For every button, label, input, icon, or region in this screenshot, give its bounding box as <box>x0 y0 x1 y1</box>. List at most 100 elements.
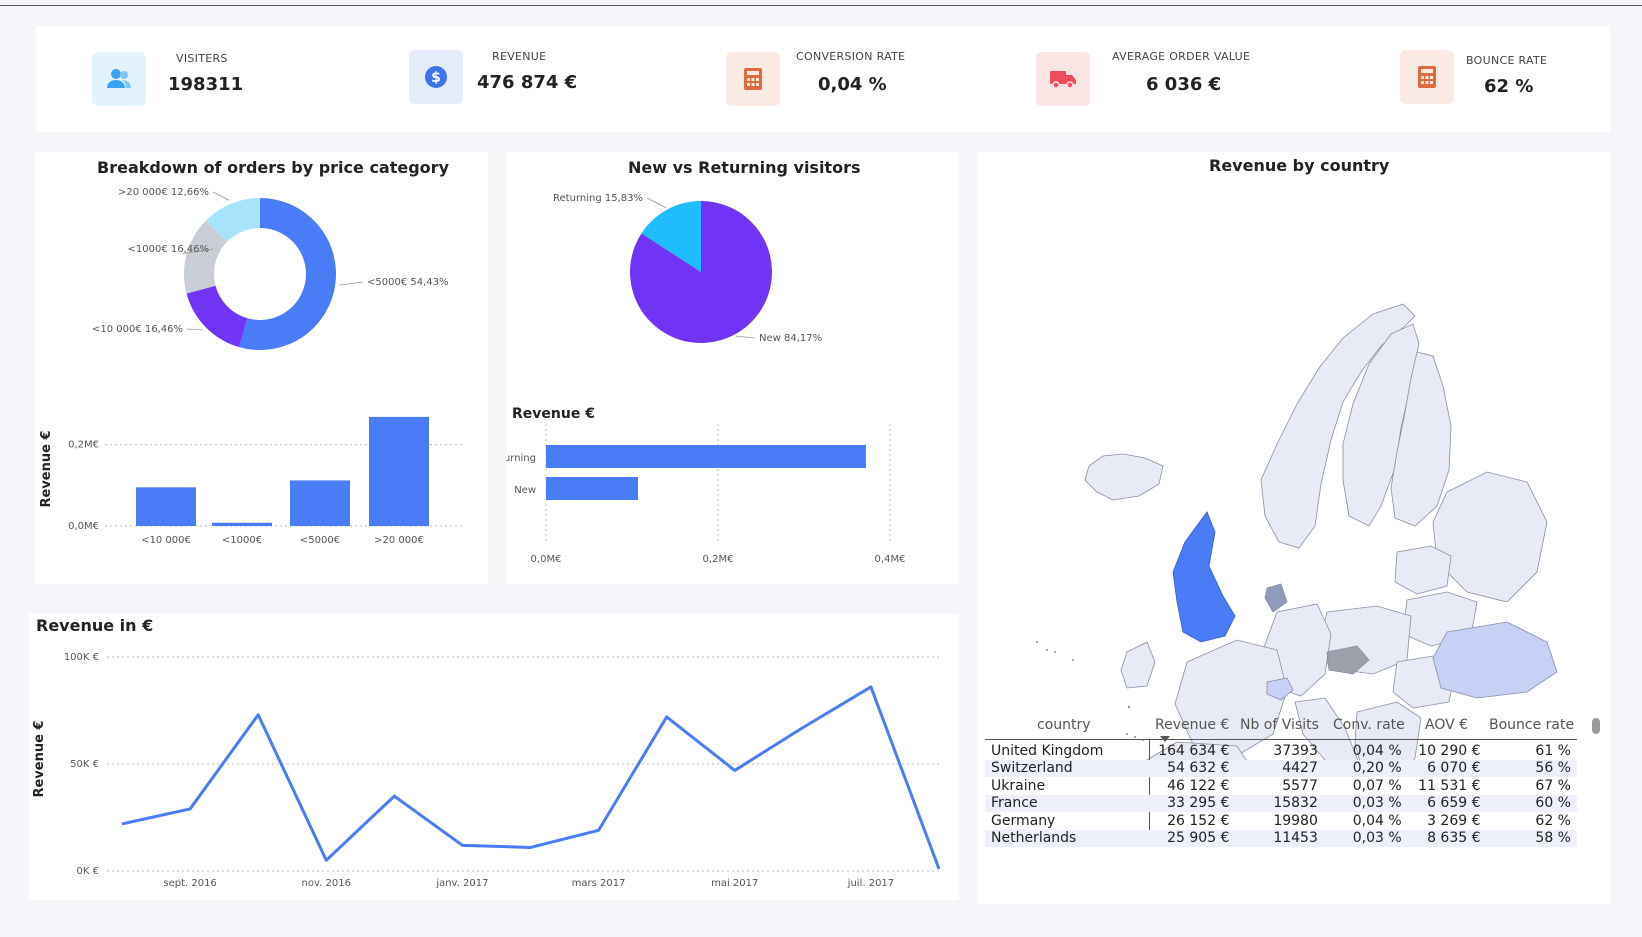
map-netherlands <box>1264 583 1288 613</box>
table-row[interactable]: United Kingdom 164 634 € 37393 0,04 % 10 290… <box>985 742 1577 760</box>
value-cell: 26 152 € <box>1167 812 1230 829</box>
value-cell: 0,20 % <box>1352 760 1402 777</box>
kpi-visitors: VISITERS 198311 <box>92 26 392 132</box>
value-cell: 33 295 € <box>1167 795 1230 812</box>
table-header-visits[interactable]: Nb of Visits <box>1240 717 1319 733</box>
value-cell: 25 905 € <box>1167 830 1230 847</box>
table-header-aov[interactable]: AOV € <box>1425 717 1468 733</box>
value-cell: 0,04 % <box>1352 742 1402 759</box>
table-header-revenue[interactable]: Revenue € <box>1155 717 1229 733</box>
calculator-icon <box>726 52 780 106</box>
price-bar-chart: 0,0M€ 0,2M€ Revenue € <10 000€ <1000€ <5000€ >… <box>39 416 463 546</box>
scrollbar-handle[interactable] <box>1592 718 1600 734</box>
truck-icon <box>1036 52 1090 106</box>
svg-text:$: $ <box>431 70 441 86</box>
revenue-bar-title: Revenue € <box>512 406 595 422</box>
top-divider <box>0 5 1642 6</box>
kpi-value: 198311 <box>168 74 244 95</box>
table-header-conv-rate[interactable]: Conv. rate <box>1333 717 1405 733</box>
bar[interactable] <box>369 416 429 526</box>
table-row[interactable]: France 33 295 € 15832 0,03 % 6 659 € 60 % <box>985 794 1577 812</box>
table-row[interactable]: Netherlands 25 905 € 11453 0,03 % 8 635 € 58 … <box>985 829 1577 847</box>
kpi-value: 62 % <box>1484 76 1534 97</box>
value-cell: 0,07 % <box>1352 777 1402 794</box>
bar[interactable] <box>136 487 196 526</box>
value-cell: 67 % <box>1535 777 1571 794</box>
y-axis-label: Revenue € <box>32 720 47 797</box>
value-cell: 0,03 % <box>1352 795 1402 812</box>
value-cell: 60 % <box>1535 795 1571 812</box>
visitors-pie-chart: New 84,17% Returning 15,83% <box>553 193 822 344</box>
kpi-conversion-rate: CONVERSION RATE 0,04 % <box>726 26 1026 132</box>
slice-label: <1000€ 16,46% <box>128 244 210 255</box>
y-tick-label: 50K € <box>70 759 99 770</box>
slice-leader-line <box>646 197 667 209</box>
value-cell: 10 290 € <box>1418 742 1481 759</box>
table-row[interactable]: Ukraine 46 122 € 5577 0,07 % 11 531 € 67 % <box>985 777 1577 795</box>
table-header-divider <box>985 739 1577 740</box>
bar[interactable] <box>546 477 639 500</box>
y-tick-label: Returning <box>506 453 536 464</box>
kpi-label: CONVERSION RATE <box>796 50 906 63</box>
x-tick-label: 0,0M€ <box>531 554 562 565</box>
x-tick-label: >20 000€ <box>374 535 424 546</box>
kpi-value: 6 036 € <box>1146 74 1222 95</box>
value-cell: 62 % <box>1535 812 1571 829</box>
panel-title: Revenue by country <box>1209 156 1390 175</box>
slice-leader-line <box>735 335 756 339</box>
value-cell: 6 070 € <box>1427 760 1481 777</box>
bar[interactable] <box>546 445 866 468</box>
map-uk <box>1172 511 1236 643</box>
bar[interactable] <box>290 480 350 526</box>
slice-leader-line <box>339 281 364 286</box>
table-row[interactable]: Germany 26 152 € 19980 0,04 % 3 269 € 62 % <box>985 812 1577 830</box>
table-header-bounce-rate[interactable]: Bounce rate <box>1489 717 1574 733</box>
x-tick-label: sept. 2016 <box>163 878 216 889</box>
country-cell: Netherlands <box>991 830 1077 847</box>
series-line[interactable] <box>121 685 941 870</box>
value-cell: 11453 <box>1273 830 1318 847</box>
kpi-revenue: $ REVENUE 476 874 € <box>409 26 709 132</box>
dollar-icon: $ <box>409 50 463 104</box>
kpi-card: VISITERS 198311 $ REVENUE 476 874 € CONV… <box>36 26 1610 132</box>
table-bottom-fade <box>985 848 1585 904</box>
country-table: United Kingdom 164 634 € 37393 0,04 % 10 290… <box>985 742 1577 847</box>
table-row[interactable]: Switzerland 54 632 € 4427 0,20 % 6 070 € 56 % <box>985 759 1577 777</box>
bar[interactable] <box>212 522 272 526</box>
kpi-label: VISITERS <box>176 52 228 65</box>
x-tick-label: mars 2017 <box>572 878 626 889</box>
country-cell: Germany <box>991 812 1056 829</box>
x-tick-label: 0,2M€ <box>703 554 734 565</box>
europe-map <box>1036 303 1558 772</box>
map-baltics <box>1394 545 1452 595</box>
value-cell: 11 531 € <box>1418 777 1481 794</box>
y-axis-label: Revenue € <box>39 430 54 507</box>
price-donut-chart: <5000€ 54,43% <10 000€ 16,46% <1000€ 16,46… <box>92 187 449 350</box>
table-header-country[interactable]: country <box>1037 717 1091 733</box>
slice-label: >20 000€ 12,66% <box>118 187 209 198</box>
y-tick-label: 0,0M€ <box>68 521 99 532</box>
value-cell: 15832 <box>1273 795 1318 812</box>
donut-slice[interactable] <box>186 285 248 348</box>
value-cell: 56 % <box>1535 760 1571 777</box>
slice-label: <5000€ 54,43% <box>367 277 449 288</box>
map-russia-west <box>1432 471 1548 603</box>
calculator-icon <box>1400 50 1454 104</box>
x-tick-label: janv. 2017 <box>435 878 488 889</box>
y-tick-label: 0K € <box>77 866 99 877</box>
value-cell: 0,03 % <box>1352 830 1402 847</box>
slice-leader-line <box>186 328 203 331</box>
value-cell: 58 % <box>1535 830 1571 847</box>
kpi-average-order-value: AVERAGE ORDER VALUE 6 036 € <box>1036 26 1336 132</box>
x-tick-label: <1000€ <box>222 535 262 546</box>
kpi-bounce-rate: BOUNCE RATE 62 % <box>1400 26 1600 132</box>
x-tick-label: nov. 2016 <box>302 878 351 889</box>
visitors-revenue-bar-chart: 0,0M€ 0,2M€ 0,4M€ Returning New <box>506 424 905 565</box>
value-cell: 19980 <box>1273 812 1318 829</box>
map-iceland <box>1084 453 1164 501</box>
country-cell: Ukraine <box>991 777 1046 794</box>
x-tick-label: juil. 2017 <box>847 878 894 889</box>
slice-label: <10 000€ 16,46% <box>92 324 183 335</box>
value-cell: 6 659 € <box>1427 795 1481 812</box>
y-tick-label: New <box>514 485 536 496</box>
